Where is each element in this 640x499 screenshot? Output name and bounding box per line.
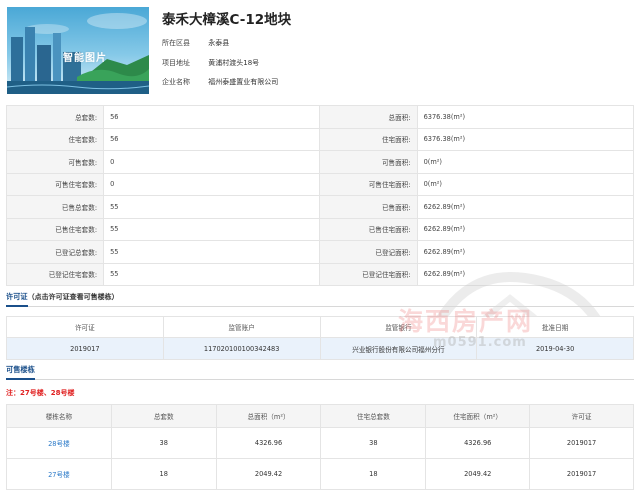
stat-label: 总套数: bbox=[5, 105, 105, 129]
buildings-heading: 可售楼栋 bbox=[6, 365, 35, 380]
info-label: 项目地址 bbox=[162, 59, 190, 67]
stat-value: 56 bbox=[103, 127, 321, 151]
stat-value: 0(m²) bbox=[416, 150, 635, 174]
column-header: 楼栋名称 bbox=[6, 404, 112, 428]
stat-value: 0 bbox=[103, 172, 321, 196]
column-header: 总套数 bbox=[110, 404, 217, 428]
stat-label: 可售面积: bbox=[319, 150, 418, 174]
stat-label: 住宅面积: bbox=[319, 127, 418, 151]
stat-label: 已售总套数: bbox=[5, 195, 105, 219]
stats-row: 已售总套数: 55 已售面积: 6262.89(m²) bbox=[5, 195, 635, 219]
info-label: 所在区县 bbox=[162, 39, 190, 47]
stat-value: 55 bbox=[103, 240, 321, 264]
stats-row: 已登记总套数: 55 已登记面积: 6262.89(m²) bbox=[5, 240, 635, 264]
info-value: 永泰县 bbox=[208, 39, 230, 47]
stats-row: 总套数: 56 总面积: 6376.38(m²) bbox=[5, 105, 635, 129]
watermark-text: 海西房产网 bbox=[398, 307, 534, 336]
permit-number: 2019017 bbox=[529, 458, 634, 490]
stat-value: 6262.89(m²) bbox=[416, 217, 635, 241]
permit-hint: （点击许可证查看可售楼栋） bbox=[27, 293, 119, 301]
watermark-subtext: m0591.com bbox=[433, 335, 527, 350]
project-header: 智能图片 泰禾大樟溪C-12地块 所在区县 永泰县 项目地址 黄浦村渡头18号 … bbox=[0, 0, 640, 98]
stats-row: 可售住宅套数: 0 可售住宅面积: 0(m²) bbox=[5, 172, 635, 196]
stat-value: 6376.38(m²) bbox=[416, 127, 635, 151]
supervision-account: 117020100100342483 bbox=[162, 337, 321, 360]
stat-value: 55 bbox=[103, 195, 321, 219]
building-link[interactable]: 27号楼 bbox=[48, 471, 70, 479]
stat-label: 已登记面积: bbox=[319, 240, 418, 264]
stat-label: 已售住宅面积: bbox=[319, 217, 418, 241]
info-address: 项目地址 黄浦村渡头18号 bbox=[162, 58, 259, 68]
total-units: 38 bbox=[110, 427, 217, 459]
stats-row: 可售套数: 0 可售面积: 0(m²) bbox=[5, 150, 635, 174]
buildings-table: 楼栋名称 总套数 总面积（m²） 住宅总套数 住宅面积（m²） 许可证 28号楼… bbox=[6, 404, 634, 490]
residential-units: 38 bbox=[320, 427, 427, 459]
info-district: 所在区县 永泰县 bbox=[162, 38, 229, 48]
permit-row[interactable]: 2019017 117020100100342483 兴业银行股份有限公司福州分… bbox=[6, 337, 634, 360]
stat-value: 0(m²) bbox=[416, 172, 635, 196]
info-label: 企业名称 bbox=[162, 78, 190, 86]
thumbnail-logo-text: 智能图片 bbox=[63, 53, 107, 64]
permit-section-header: 许可证（点击许可证查看可售楼栋） bbox=[6, 292, 634, 307]
stat-value: 0 bbox=[103, 150, 321, 174]
total-area: 2049.42 bbox=[215, 458, 322, 490]
total-area: 4326.96 bbox=[215, 427, 322, 459]
column-header: 许可证 bbox=[6, 316, 164, 338]
permit-number[interactable]: 2019017 bbox=[6, 337, 164, 360]
residential-area: 2049.42 bbox=[425, 458, 531, 490]
stat-value: 6376.38(m²) bbox=[416, 105, 635, 129]
permit-number: 2019017 bbox=[529, 427, 634, 459]
building-link[interactable]: 28号楼 bbox=[48, 440, 70, 448]
stats-row: 住宅套数: 56 住宅面积: 6376.38(m²) bbox=[5, 127, 635, 151]
permit-heading: 许可证 bbox=[6, 292, 28, 307]
stat-value: 6262.89(m²) bbox=[416, 262, 635, 286]
stat-label: 已登记住宅面积: bbox=[319, 262, 418, 286]
stat-label: 可售住宅面积: bbox=[319, 172, 418, 196]
stat-label: 已售面积: bbox=[319, 195, 418, 219]
column-header: 许可证 bbox=[529, 404, 634, 428]
info-company: 企业名称 福州泰盛置业有限公司 bbox=[162, 77, 278, 87]
stats-row: 已登记住宅套数: 55 已登记住宅面积: 6262.89(m²) bbox=[5, 262, 635, 286]
stats-row: 已售住宅套数: 55 已售住宅面积: 6262.89(m²) bbox=[5, 217, 635, 241]
permit-header-row: 许可证 监管账户 监管银行 批准日期 bbox=[6, 316, 634, 338]
info-value: 福州泰盛置业有限公司 bbox=[208, 78, 279, 86]
stat-value: 55 bbox=[103, 262, 321, 286]
stat-label: 可售套数: bbox=[5, 150, 105, 174]
buildings-header-row: 楼栋名称 总套数 总面积（m²） 住宅总套数 住宅面积（m²） 许可证 bbox=[6, 404, 634, 428]
total-units: 18 bbox=[110, 458, 217, 490]
residential-area: 4326.96 bbox=[425, 427, 531, 459]
permit-table: 许可证 监管账户 监管银行 批准日期 2019017 1170201001003… bbox=[6, 316, 634, 360]
stat-label: 已售住宅套数: bbox=[5, 217, 105, 241]
building-row: 28号楼 38 4326.96 38 4326.96 2019017 bbox=[6, 427, 634, 459]
project-title: 泰禾大樟溪C-12地块 bbox=[162, 12, 292, 28]
stats-table: 总套数: 56 总面积: 6376.38(m²) 住宅套数: 56 住宅面积: … bbox=[5, 105, 635, 286]
stat-label: 住宅套数: bbox=[5, 127, 105, 151]
stat-value: 55 bbox=[103, 217, 321, 241]
column-header: 总面积（m²） bbox=[215, 404, 322, 428]
info-value: 黄浦村渡头18号 bbox=[208, 59, 260, 67]
project-thumbnail: 智能图片 bbox=[7, 7, 149, 94]
column-header: 住宅面积（m²） bbox=[425, 404, 531, 428]
stat-value: 6262.89(m²) bbox=[416, 195, 635, 219]
column-header: 住宅总套数 bbox=[320, 404, 427, 428]
building-name-cell: 27号楼 bbox=[6, 458, 112, 490]
stat-label: 已登记总套数: bbox=[5, 240, 105, 264]
building-row: 27号楼 18 2049.42 18 2049.42 2019017 bbox=[6, 458, 634, 490]
stat-value: 56 bbox=[103, 105, 321, 129]
stat-label: 已登记住宅套数: bbox=[5, 262, 105, 286]
column-header: 监管账户 bbox=[162, 316, 321, 338]
buildings-section-header: 可售楼栋 bbox=[6, 365, 634, 380]
stat-label: 可售住宅套数: bbox=[5, 172, 105, 196]
stat-label: 总面积: bbox=[319, 105, 418, 129]
buildings-note: 注：27号楼、28号楼 bbox=[6, 389, 75, 397]
stat-value: 6262.89(m²) bbox=[416, 240, 635, 264]
residential-units: 18 bbox=[320, 458, 427, 490]
building-name-cell: 28号楼 bbox=[6, 427, 112, 459]
